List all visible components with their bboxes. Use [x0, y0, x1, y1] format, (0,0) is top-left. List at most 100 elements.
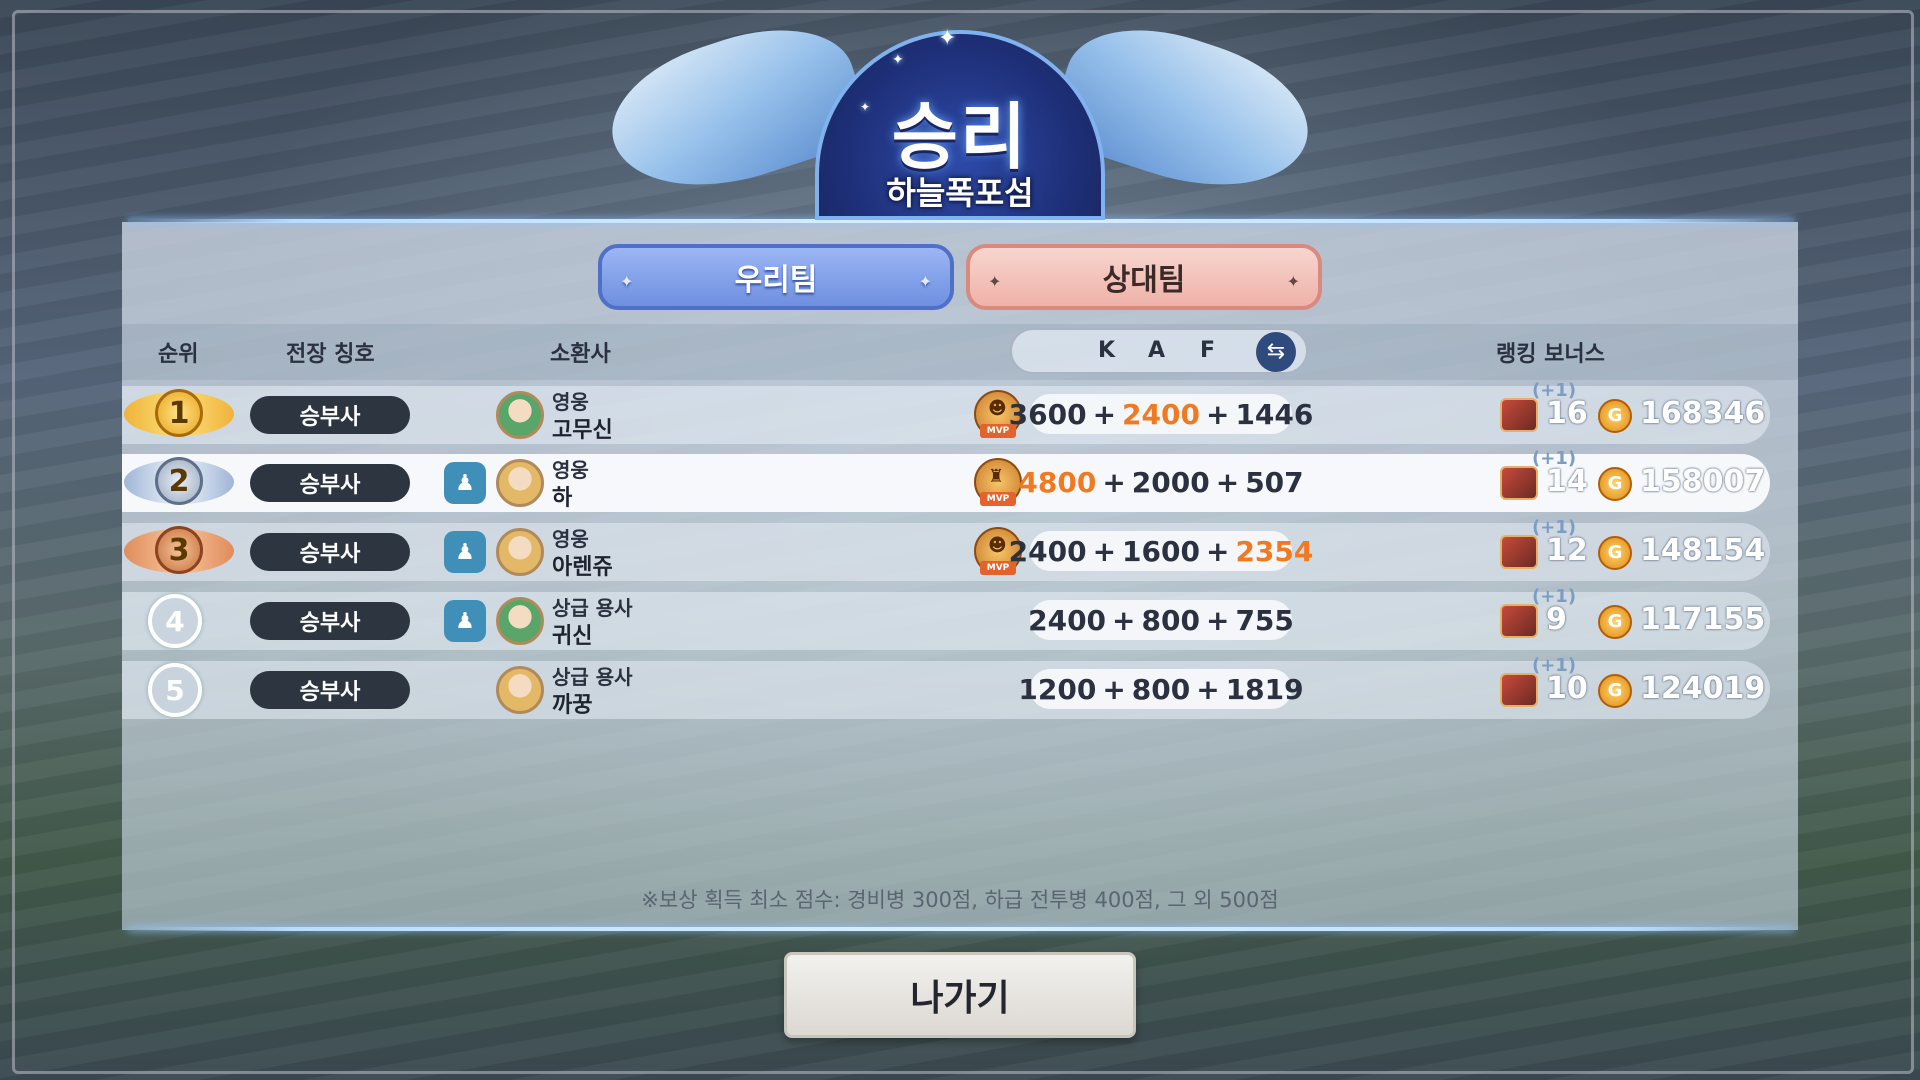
header-f: F: [1200, 338, 1216, 363]
summoner-name: 귀신: [552, 624, 593, 649]
rank-medal-icon: 2: [124, 450, 234, 516]
mvp-glyph-icon: ☻: [988, 535, 1007, 556]
score-f: 2354: [1235, 534, 1314, 568]
header-ranking-bonus: 랭킹 보너스: [1496, 342, 1605, 367]
avatar[interactable]: [496, 391, 544, 439]
plus-sign: +: [1205, 534, 1230, 568]
rank-number: 5: [148, 663, 202, 717]
bonus-value: 9: [1546, 602, 1567, 637]
score-k: 3600: [1008, 397, 1087, 431]
summoner-grade: 상급 용사: [552, 596, 633, 620]
summoner-name: 하: [552, 486, 573, 511]
swap-arrows-icon: ⇆: [1266, 339, 1286, 364]
kaf-score: 2400 +1600 +2354: [1009, 531, 1313, 571]
battle-title-badge: 승부사: [250, 671, 410, 709]
diamond-icon: ✦: [620, 272, 634, 291]
kaf-score: 2400 +800 +755: [1028, 600, 1294, 640]
score-a: 800: [1141, 603, 1200, 637]
header-summoner: 소환사: [550, 342, 611, 367]
reward-note: ※보상 획득 최소 점수: 경비병 300점, 하급 전투병 400점, 그 외…: [641, 888, 1279, 912]
bonus-value: 12: [1546, 533, 1588, 568]
kaf-score: 3600 +2400 +1446: [1009, 394, 1313, 434]
score-a: 2400: [1122, 397, 1200, 431]
summoner-grade: 영웅: [552, 527, 589, 551]
gold-coin-icon: G: [1598, 399, 1632, 433]
gold-coin-icon: G: [1598, 536, 1632, 570]
rank-medal-icon: 3: [124, 519, 234, 585]
tab-opponent-team-label: 상대팀: [1102, 263, 1186, 298]
party-icon: ♟: [444, 531, 486, 573]
swap-stats-button[interactable]: ⇆: [1256, 332, 1296, 372]
gold-value: 124019: [1640, 671, 1766, 706]
plus-sign: +: [1205, 397, 1230, 431]
mvp-glyph-icon: ☻: [988, 398, 1007, 419]
score-k: 2400: [1028, 603, 1107, 637]
gold-value: 158007: [1640, 464, 1766, 499]
score-f: 507: [1245, 465, 1304, 499]
ranking-chest-icon: [1500, 466, 1538, 500]
gold-value: 148154: [1640, 533, 1766, 568]
battle-title-badge: 승부사: [250, 464, 410, 502]
score-a: 2000: [1131, 465, 1210, 499]
bonus-value: 10: [1546, 671, 1588, 706]
rank-number: 4: [148, 594, 202, 648]
header-battle-title: 전장 칭호: [286, 342, 375, 367]
battle-title-badge: 승부사: [250, 396, 410, 434]
plus-sign: +: [1205, 603, 1230, 637]
bonus-value: 16: [1546, 396, 1588, 431]
gold-value: 117155: [1640, 602, 1766, 637]
ranking-chest-icon: [1500, 535, 1538, 569]
gold-coin-icon: G: [1598, 467, 1632, 501]
tab-our-team-label: 우리팀: [734, 263, 818, 298]
battle-title-badge: 승부사: [250, 533, 410, 571]
avatar[interactable]: [496, 459, 544, 507]
header-a: A: [1148, 338, 1166, 363]
mvp-badge-icon: ♜ MVP: [974, 458, 1022, 506]
tab-opponent-team[interactable]: ✦ 상대팀 ✦: [966, 244, 1322, 310]
avatar[interactable]: [496, 597, 544, 645]
plus-sign: +: [1092, 397, 1117, 431]
score-k: 1200: [1018, 672, 1097, 706]
rank-number: 1: [155, 389, 203, 437]
summoner-grade: 영웅: [552, 458, 589, 482]
mvp-glyph-icon: ♜: [988, 466, 1005, 487]
score-a: 1600: [1122, 534, 1200, 568]
summoner-name: 아렌쥬: [552, 555, 613, 580]
exit-button[interactable]: 나가기: [784, 952, 1136, 1038]
kaf-score: 1200 +800 +1819: [1018, 669, 1304, 709]
ranking-chest-icon: [1500, 673, 1538, 707]
mvp-label: MVP: [980, 492, 1016, 506]
diamond-icon: ✦: [918, 272, 932, 291]
ranking-chest-icon: [1500, 604, 1538, 638]
party-icon: ♟: [444, 462, 486, 504]
tab-our-team[interactable]: ✦ 우리팀 ✦: [598, 244, 954, 310]
kaf-score: 4800 +2000 +507: [1018, 462, 1304, 502]
score-f: 1819: [1225, 672, 1304, 706]
diamond-icon: ✦: [1286, 272, 1300, 291]
summoner-name: 까꿍: [552, 693, 593, 718]
plus-sign: +: [1196, 672, 1220, 706]
score-a: 800: [1131, 672, 1191, 706]
bottom-divider: [128, 927, 1794, 931]
summoner-grade: 영웅: [552, 390, 589, 414]
plus-sign: +: [1112, 603, 1136, 637]
victory-emblem: ✦ ✦ ✦ 승리 하늘폭포섬: [560, 0, 1360, 222]
summoner-grade: 상급 용사: [552, 665, 633, 689]
avatar[interactable]: [496, 666, 544, 714]
plus-sign: +: [1215, 465, 1240, 499]
rank-medal-icon: 1: [124, 382, 234, 448]
map-name: 하늘폭포섬: [886, 174, 1034, 212]
ranking-chest-icon: [1500, 398, 1538, 432]
rank-number: 2: [155, 457, 203, 505]
rank-number: 3: [155, 526, 203, 574]
score-k: 2400: [1008, 534, 1087, 568]
avatar[interactable]: [496, 528, 544, 576]
party-icon: ♟: [444, 600, 486, 642]
summoner-name: 고무신: [552, 418, 613, 443]
score-f: 1446: [1235, 397, 1314, 431]
sparkle-icon: ✦: [892, 52, 904, 68]
header-k: K: [1098, 338, 1116, 363]
battle-title-badge: 승부사: [250, 602, 410, 640]
gold-coin-icon: G: [1598, 605, 1632, 639]
plus-sign: +: [1092, 534, 1117, 568]
